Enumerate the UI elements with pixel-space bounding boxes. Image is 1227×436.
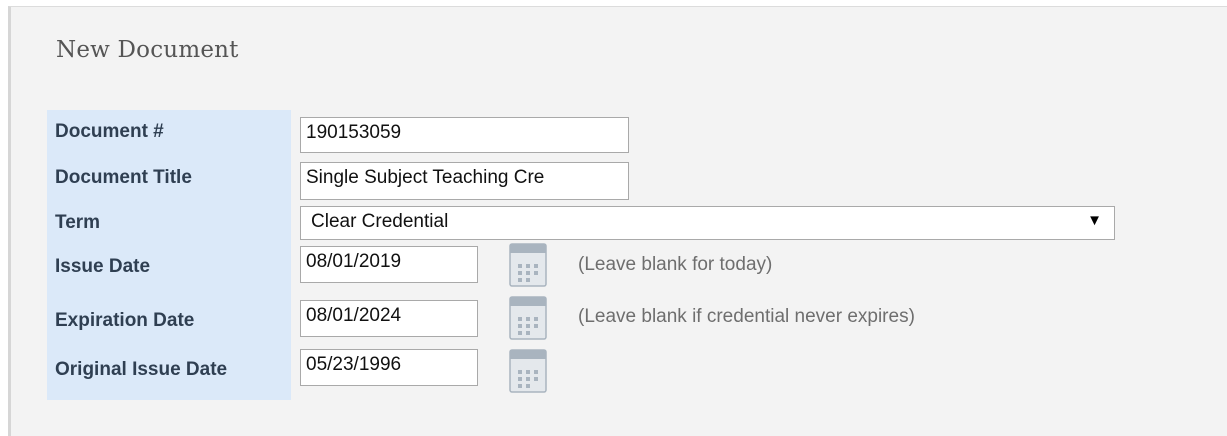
term-label: Term xyxy=(55,212,101,233)
issue-date-label: Issue Date xyxy=(55,256,151,277)
chevron-down-icon: ▼ xyxy=(1087,212,1102,229)
expiration-date-input[interactable]: 08/01/2024 xyxy=(300,300,478,337)
page-title: New Document xyxy=(56,37,239,63)
issue-date-input[interactable]: 08/01/2019 xyxy=(300,246,478,283)
original-issue-date-input[interactable]: 05/23/1996 xyxy=(300,349,478,386)
term-select-value: Clear Credential xyxy=(311,211,449,232)
issue-date-hint: (Leave blank for today) xyxy=(578,254,773,275)
term-select[interactable]: Clear Credential ▼ xyxy=(300,206,1115,240)
expiration-date-label: Expiration Date xyxy=(55,310,195,331)
calendar-icon[interactable] xyxy=(508,295,548,341)
expiration-date-hint: (Leave blank if credential never expires… xyxy=(578,306,915,327)
calendar-icon[interactable] xyxy=(508,242,548,288)
document-title-input[interactable]: Single Subject Teaching Cre xyxy=(300,162,629,200)
document-number-label: Document # xyxy=(55,121,164,142)
calendar-icon[interactable] xyxy=(508,348,548,394)
original-issue-date-label: Original Issue Date xyxy=(55,359,228,380)
document-number-input[interactable]: 190153059 xyxy=(300,117,629,153)
document-title-label: Document Title xyxy=(55,167,192,188)
label-column xyxy=(47,110,291,400)
